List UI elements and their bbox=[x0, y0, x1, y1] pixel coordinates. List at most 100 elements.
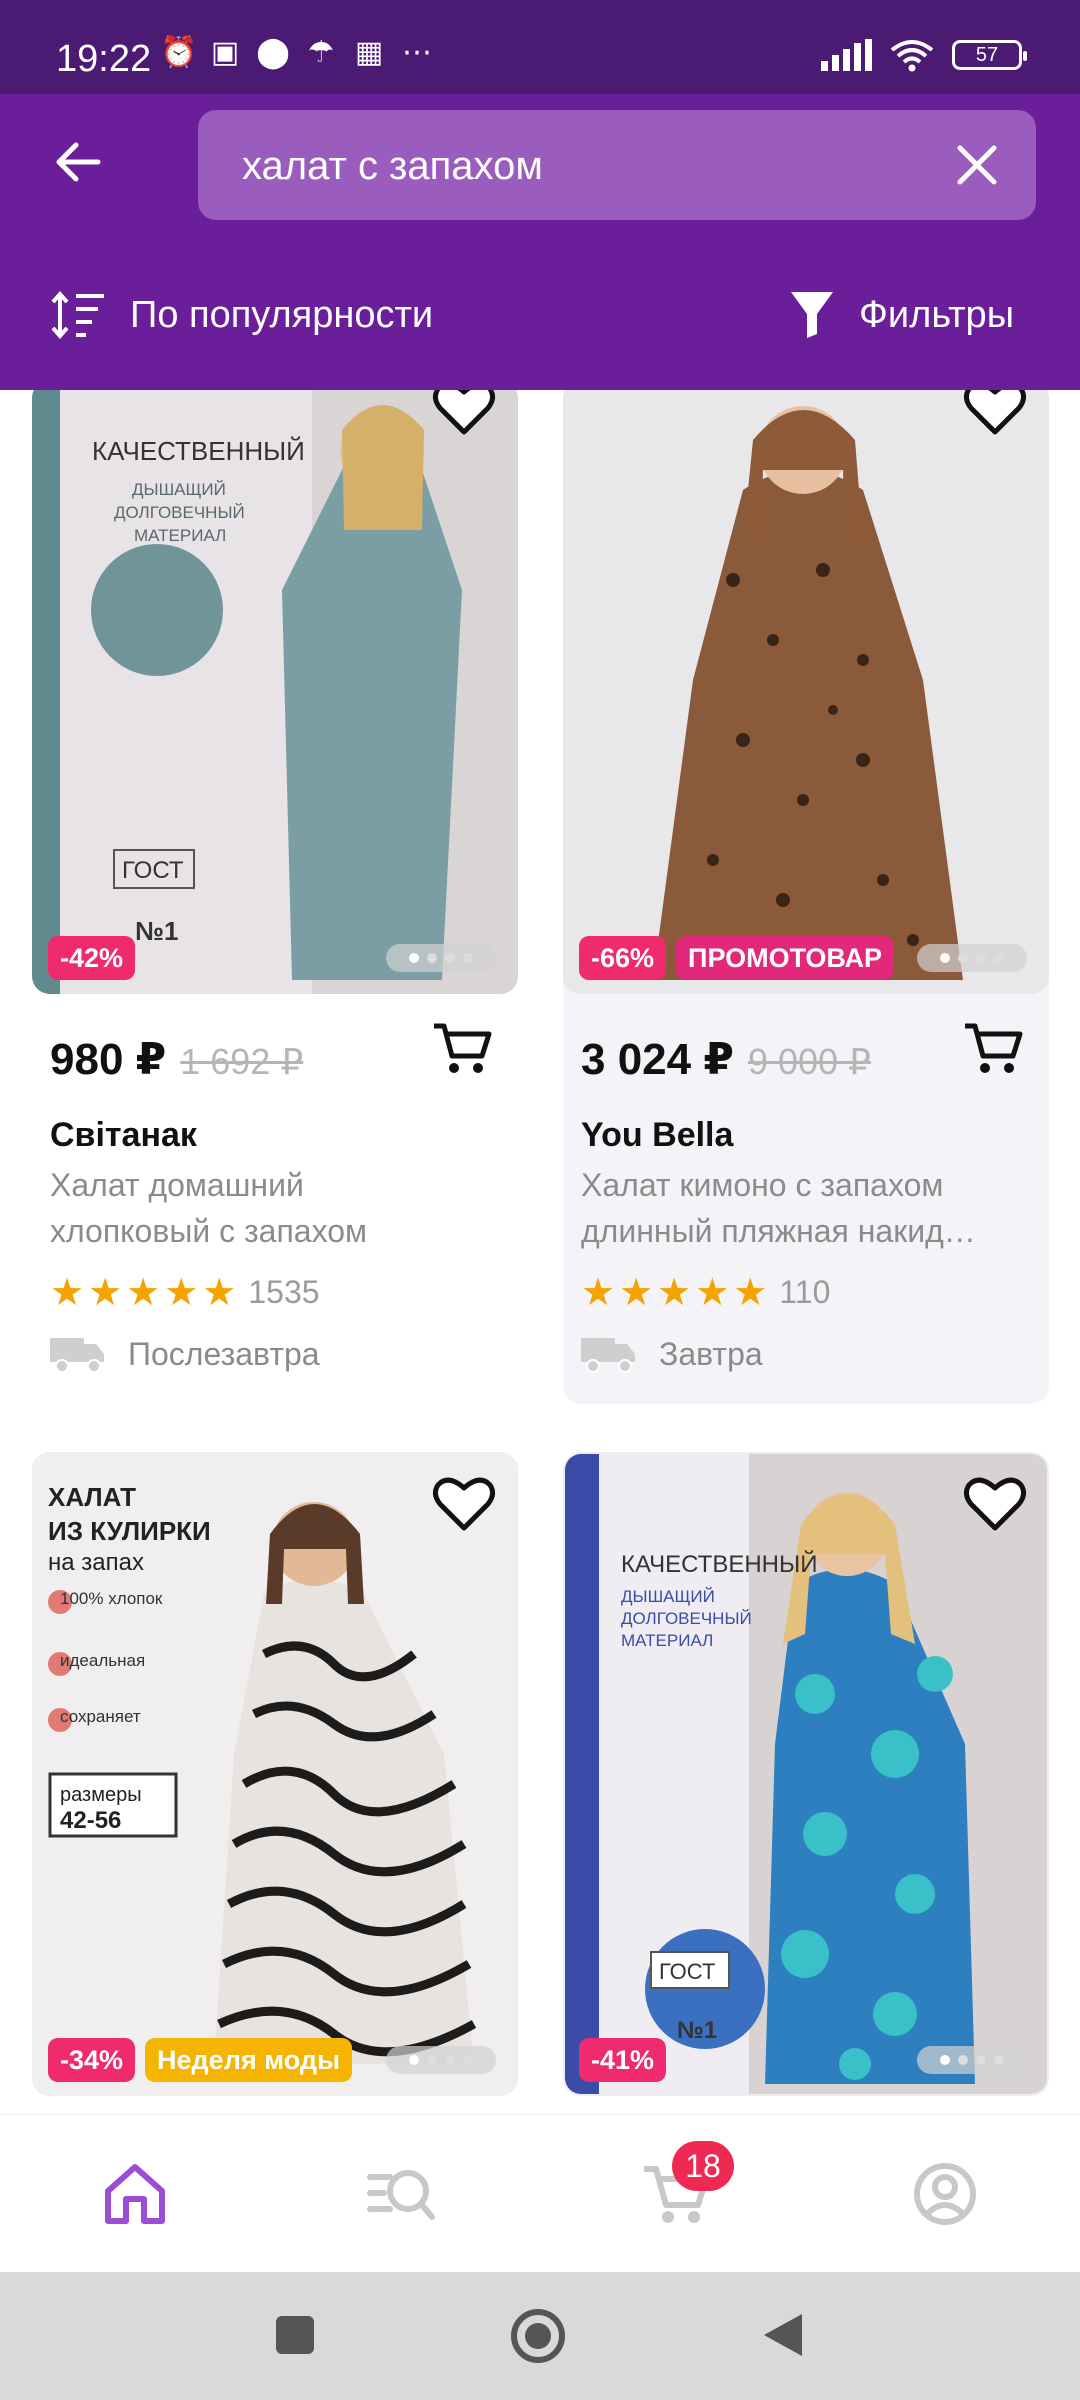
delivery-info: Завтра bbox=[581, 1334, 763, 1374]
badges: -42% bbox=[48, 936, 136, 980]
svg-text:ДЫШАЩИЙ: ДЫШАЩИЙ bbox=[132, 480, 226, 499]
wifi-icon bbox=[890, 40, 934, 72]
product-title-line2: хлопковый с запахом bbox=[50, 1213, 367, 1249]
product-card[interactable]: ХАЛАТ ИЗ КУЛИРКИ на запах 100% хлопок ид… bbox=[32, 1452, 518, 2114]
home-system-button[interactable] bbox=[510, 2308, 566, 2364]
delivery-date: Завтра bbox=[659, 1335, 763, 1372]
svg-text:КАЧЕСТВЕННЫЙ: КАЧЕСТВЕННЫЙ bbox=[621, 1550, 818, 1578]
sort-button[interactable]: По популярности bbox=[50, 290, 433, 340]
svg-text:№1: №1 bbox=[135, 916, 178, 946]
rating: ★★★★★ 1535 bbox=[50, 1270, 320, 1315]
price-block: 3 024 ₽ 9 000 ₽ bbox=[581, 1034, 871, 1085]
product-title-line2: длинный пляжная накид… bbox=[581, 1213, 976, 1249]
svg-text:размеры: размеры bbox=[60, 1784, 142, 1806]
old-price: 1 692 ₽ bbox=[180, 1041, 304, 1082]
discount-badge: -34% bbox=[48, 2038, 136, 2082]
svg-text:МАТЕРИАЛ: МАТЕРИАЛ bbox=[134, 526, 226, 545]
product-image[interactable]: ХАЛАТ ИЗ КУЛИРКИ на запах 100% хлопок ид… bbox=[32, 1452, 518, 2096]
product-card[interactable]: КАЧЕСТВЕННЫЙ ДЫШАЩИЙ ДОЛГОВЕЧНЫЙ МАТЕРИА… bbox=[32, 390, 518, 1400]
signal-icon bbox=[821, 39, 872, 71]
discount-badge: -41% bbox=[579, 2038, 667, 2082]
product-grid: КАЧЕСТВЕННЫЙ ДЫШАЩИЙ ДОЛГОВЕЧНЫЙ МАТЕРИА… bbox=[0, 390, 1080, 2114]
image-pager-dots bbox=[917, 2046, 1027, 2074]
svg-text:42-56: 42-56 bbox=[60, 1807, 121, 1834]
product-title-line1: Халат кимоно с запахом bbox=[581, 1167, 944, 1203]
battery-icon: 57 bbox=[952, 40, 1027, 70]
badges: -41% bbox=[579, 2038, 667, 2082]
app-header: халат с запахом По популярности Фильтры bbox=[0, 94, 1080, 390]
nfc-icon: ▣ bbox=[210, 36, 240, 69]
image-pager-dots bbox=[917, 944, 1027, 972]
promo-badge: ПРОМОТОВАР bbox=[676, 936, 895, 980]
svg-text:ХАЛАТ: ХАЛАТ bbox=[48, 1482, 136, 1512]
more-icon: ⋯ bbox=[402, 36, 432, 69]
svg-text:100% хлопок: 100% хлопок bbox=[60, 1589, 163, 1608]
svg-text:ДОЛГОВЕЧНЫЙ: ДОЛГОВЕЧНЫЙ bbox=[621, 1609, 752, 1628]
old-price: 9 000 ₽ bbox=[747, 1041, 871, 1082]
close-icon[interactable] bbox=[952, 140, 1002, 190]
product-title: Халат кимоно с запахом длинный пляжная н… bbox=[581, 1162, 1041, 1254]
sort-icon bbox=[51, 290, 104, 340]
filter-icon bbox=[791, 292, 834, 338]
discount-badge: -66% bbox=[579, 936, 667, 980]
favorite-heart-icon[interactable] bbox=[432, 1474, 496, 1532]
badges: -34% Неделя моды bbox=[48, 2038, 353, 2082]
price: 3 024 ₽ bbox=[581, 1035, 734, 1084]
system-navigation-bar bbox=[0, 2272, 1080, 2400]
svg-text:КАЧЕСТВЕННЫЙ: КАЧЕСТВЕННЫЙ bbox=[92, 436, 305, 466]
alarm-icon: ⏰ bbox=[160, 36, 198, 69]
add-to-cart-icon[interactable] bbox=[963, 1020, 1023, 1076]
catalog-search-icon[interactable] bbox=[366, 2159, 436, 2229]
cart-count-badge: 18 bbox=[672, 2141, 734, 2191]
bottom-navigation: 18 bbox=[0, 2114, 1080, 2272]
truck-icon bbox=[581, 1338, 635, 1373]
product-image[interactable] bbox=[563, 390, 1049, 994]
product-image[interactable]: КАЧЕСТВЕННЫЙ ДЫШАЩИЙ ДОЛГОВЕЧНЫЙ МАТЕРИА… bbox=[563, 1452, 1049, 2096]
review-count: 110 bbox=[779, 1274, 831, 1310]
status-bar: 19:22 ⏰ ▣ ⬤ ☂ ▦ ⋯ 57 bbox=[0, 0, 1080, 94]
image-pager-dots bbox=[386, 944, 496, 972]
product-title: Халат домашний хлопковый с запахом bbox=[50, 1162, 510, 1254]
sort-label: По популярности bbox=[130, 293, 434, 336]
favorite-heart-icon[interactable] bbox=[432, 390, 496, 436]
favorite-heart-icon[interactable] bbox=[963, 1474, 1027, 1532]
brand-name: Світанак bbox=[50, 1116, 197, 1154]
truck-icon bbox=[50, 1338, 104, 1373]
svg-text:ГОСТ: ГОСТ bbox=[659, 1959, 715, 1984]
search-input[interactable]: халат с запахом bbox=[198, 110, 1036, 220]
svg-text:№1: №1 bbox=[677, 2017, 717, 2044]
star-icons: ★★★★★ bbox=[581, 1272, 772, 1314]
product-card[interactable]: -66% ПРОМОТОВАР 3 024 ₽ 9 000 ₽ You Bell… bbox=[563, 390, 1049, 1404]
status-notification-icons: ⏰ ▣ ⬤ ☂ ▦ ⋯ bbox=[160, 36, 434, 70]
filters-label: Фильтры bbox=[859, 293, 1014, 336]
umbrella-icon: ☂ bbox=[307, 36, 335, 69]
delivery-date: Послезавтра bbox=[128, 1335, 320, 1372]
fashion-week-badge: Неделя моды bbox=[145, 2038, 353, 2082]
location-icon: ⬤ bbox=[256, 36, 290, 69]
svg-text:ИЗ КУЛИРКИ: ИЗ КУЛИРКИ bbox=[48, 1516, 211, 1546]
svg-text:идеальная: идеальная bbox=[60, 1651, 145, 1670]
search-query[interactable]: халат с запахом bbox=[242, 144, 543, 189]
add-to-cart-icon[interactable] bbox=[432, 1020, 492, 1076]
back-system-button[interactable] bbox=[760, 2310, 806, 2360]
product-image[interactable]: КАЧЕСТВЕННЫЙ ДЫШАЩИЙ ДОЛГОВЕЧНЫЙ МАТЕРИА… bbox=[32, 390, 518, 994]
profile-icon[interactable] bbox=[910, 2159, 980, 2229]
delivery-info: Послезавтра bbox=[50, 1334, 320, 1374]
star-icons: ★★★★★ bbox=[50, 1272, 241, 1314]
product-card[interactable]: КАЧЕСТВЕННЫЙ ДЫШАЩИЙ ДОЛГОВЕЧНЫЙ МАТЕРИА… bbox=[563, 1452, 1049, 2114]
home-icon[interactable] bbox=[100, 2159, 170, 2229]
svg-text:на запах: на запах bbox=[48, 1549, 144, 1576]
svg-text:МАТЕРИАЛ: МАТЕРИАЛ bbox=[621, 1631, 713, 1650]
back-arrow-icon[interactable] bbox=[50, 134, 106, 190]
svg-text:ДЫШАЩИЙ: ДЫШАЩИЙ bbox=[621, 1587, 715, 1606]
discount-badge: -42% bbox=[48, 936, 136, 980]
filters-button[interactable]: Фильтры bbox=[789, 290, 1014, 340]
rating: ★★★★★ 110 bbox=[581, 1270, 830, 1315]
product-title-line1: Халат домашний bbox=[50, 1167, 304, 1203]
price-block: 980 ₽ 1 692 ₽ bbox=[50, 1034, 303, 1085]
recent-apps-button[interactable] bbox=[274, 2314, 316, 2356]
favorite-heart-icon[interactable] bbox=[963, 390, 1027, 436]
svg-text:ГОСТ: ГОСТ bbox=[122, 857, 184, 884]
review-count: 1535 bbox=[248, 1274, 320, 1310]
svg-text:сохраняет: сохраняет bbox=[60, 1707, 141, 1726]
